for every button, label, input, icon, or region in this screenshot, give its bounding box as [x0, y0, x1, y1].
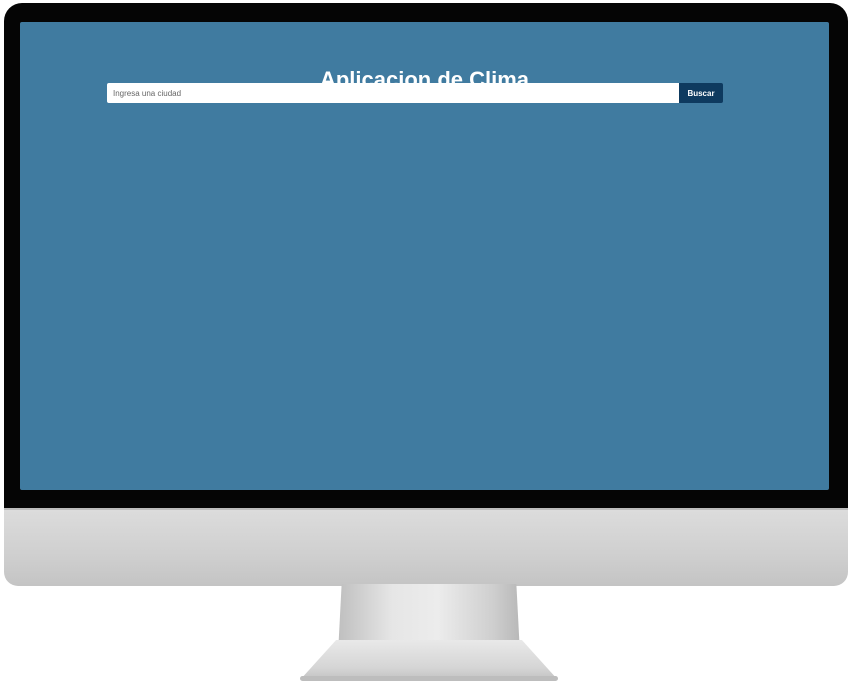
- search-button[interactable]: Buscar: [679, 83, 723, 103]
- stage: Aplicacion de Clima Buscar: [0, 0, 852, 684]
- monitor-chin: [4, 508, 848, 586]
- monitor-stand-base: [300, 640, 558, 680]
- city-search-input[interactable]: [107, 83, 679, 103]
- search-bar: Buscar: [107, 83, 723, 103]
- monitor-stand-shadow: [300, 676, 558, 681]
- monitor-screen: Aplicacion de Clima Buscar: [20, 22, 829, 490]
